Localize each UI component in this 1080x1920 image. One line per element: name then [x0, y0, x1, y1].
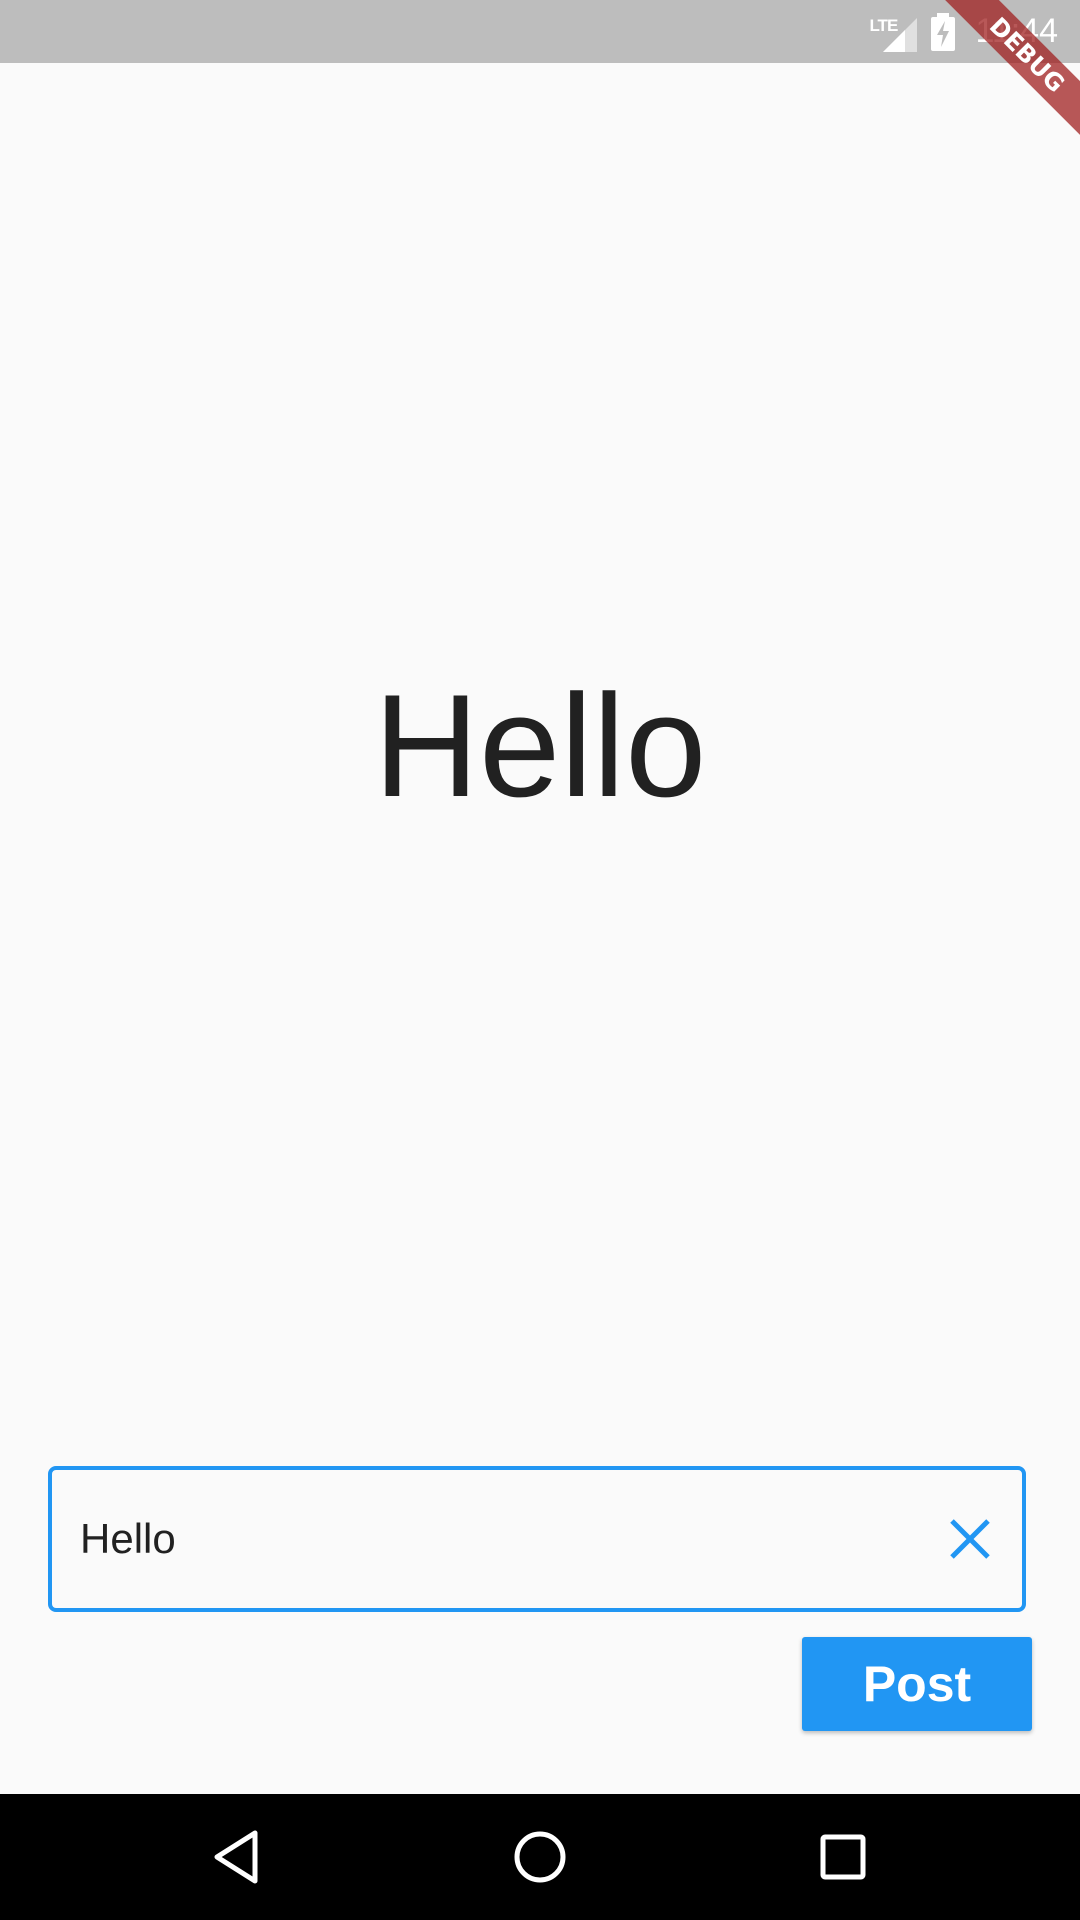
- close-icon[interactable]: [940, 1509, 1000, 1569]
- lte-signal-icon: LTE: [869, 12, 918, 52]
- battery-charging-icon: [931, 12, 956, 51]
- display-text: Hello: [373, 664, 707, 827]
- message-input[interactable]: Hello: [48, 1466, 1026, 1612]
- back-triangle-icon[interactable]: [207, 1827, 267, 1887]
- post-button[interactable]: Post: [802, 1637, 1032, 1731]
- status-clock: 11:44: [975, 12, 1058, 50]
- home-circle-icon[interactable]: [510, 1827, 570, 1887]
- message-input-value[interactable]: Hello: [80, 1470, 176, 1608]
- recents-square-icon[interactable]: [813, 1827, 873, 1887]
- status-bar: LTE 11:44: [0, 0, 1080, 63]
- navigation-bar: [0, 1794, 1080, 1920]
- main-content: Hello Hello Post: [0, 63, 1080, 1794]
- status-icons: LTE 11:44: [869, 0, 1058, 63]
